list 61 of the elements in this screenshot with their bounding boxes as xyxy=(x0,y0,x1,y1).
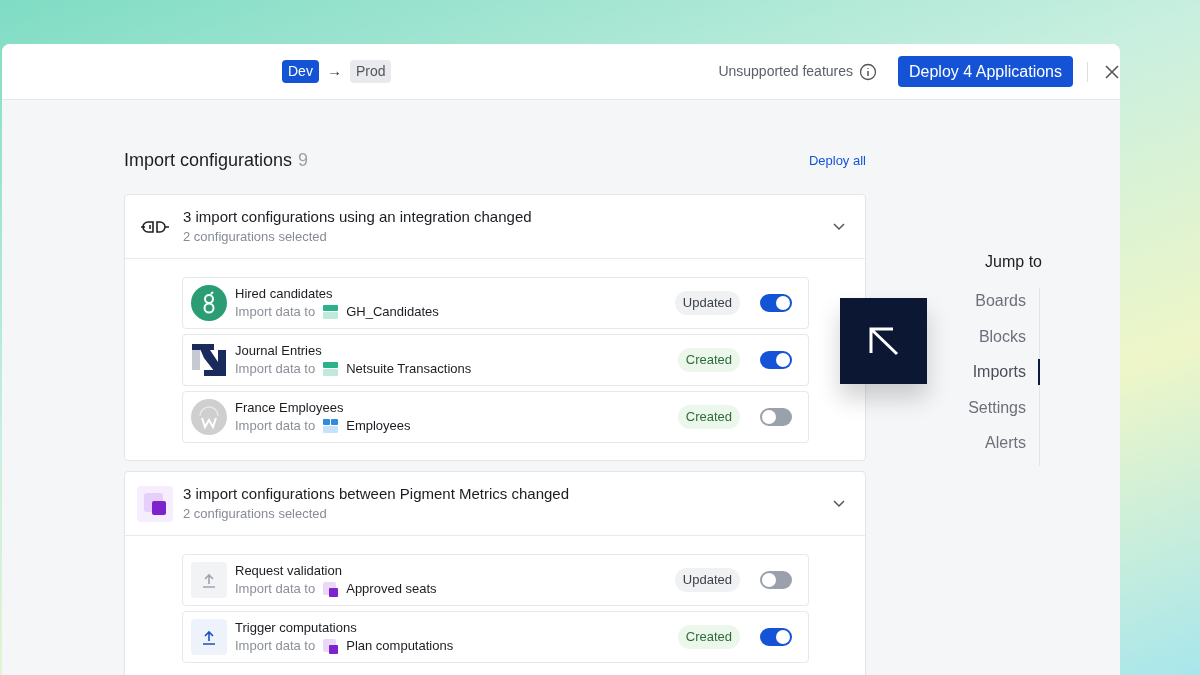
plug-icon xyxy=(140,218,170,235)
table-icon xyxy=(323,362,339,376)
status-tag: Created xyxy=(677,625,740,649)
group-subtitle: 2 configurations selected xyxy=(183,504,328,523)
toggle-switch[interactable] xyxy=(760,351,792,369)
table-icon xyxy=(323,305,339,319)
close-icon[interactable] xyxy=(1104,63,1120,80)
toggle-switch[interactable] xyxy=(760,571,792,589)
toggle-switch[interactable] xyxy=(760,294,792,312)
upload-icon xyxy=(191,562,227,598)
arrow-tile[interactable] xyxy=(840,298,927,384)
import-name: France Employees xyxy=(235,399,345,417)
w-logo-icon xyxy=(191,399,227,435)
import-target: GH_Candidates xyxy=(346,303,439,321)
jump-link[interactable]: Settings xyxy=(968,394,1040,421)
chevron-icon[interactable] xyxy=(833,499,845,508)
import-target: Plan computations xyxy=(346,637,454,655)
jump-to-title: Jump to xyxy=(985,252,1042,272)
import-target: Approved seats xyxy=(346,580,437,598)
n-logo-icon xyxy=(192,344,226,376)
metric-icon xyxy=(323,638,339,654)
deploy-button[interactable]: Deploy 4 Applications xyxy=(898,56,1073,87)
section-title: Import configurations xyxy=(124,149,293,172)
metric-icon xyxy=(137,485,173,522)
group-subtitle: 2 configurations selected xyxy=(183,227,328,246)
import-name: Request validation xyxy=(235,562,343,580)
jump-link[interactable]: Alerts xyxy=(968,430,1040,456)
status-tag: Created xyxy=(677,405,740,429)
import-prefix: Import data to xyxy=(235,580,316,598)
import-target: Netsuite Transactions xyxy=(346,360,472,378)
import-target: Employees xyxy=(346,417,411,435)
import-prefix: Import data to xyxy=(235,303,316,321)
toggle-switch[interactable] xyxy=(760,408,792,426)
grid-icon xyxy=(323,419,339,433)
chevron-icon[interactable] xyxy=(833,222,845,231)
toggle-switch[interactable] xyxy=(760,628,792,646)
import-prefix: Import data to xyxy=(235,360,316,378)
status-tag: Created xyxy=(677,348,740,372)
env-tag: Dev xyxy=(282,60,319,83)
import-prefix: Import data to xyxy=(235,417,316,435)
upload-icon xyxy=(191,619,227,655)
g-logo-icon xyxy=(191,285,227,321)
deploy-all-link[interactable]: Deploy all xyxy=(808,150,866,171)
env-tag: Prod xyxy=(349,60,392,83)
import-name: Hired candidates xyxy=(235,285,334,303)
jump-link[interactable]: Blocks xyxy=(968,323,1040,350)
status-tag: Updated xyxy=(674,291,740,315)
import-name: Journal Entries xyxy=(235,342,323,360)
jump-link[interactable]: Boards xyxy=(968,288,1040,314)
group-title: 3 import configurations using an integration changed xyxy=(183,206,533,227)
info-icon[interactable] xyxy=(859,62,877,81)
arrow-icon xyxy=(867,326,900,356)
jump-link[interactable]: Imports xyxy=(968,359,1040,385)
status-tag: Updated xyxy=(674,568,740,592)
group-title: 3 import configurations between Pigment Metrics changed xyxy=(183,483,571,504)
arrow-text: → xyxy=(326,61,342,82)
import-name: Trigger computations xyxy=(235,619,358,637)
import-prefix: Import data to xyxy=(235,637,316,655)
section-count: 9 xyxy=(298,149,309,172)
metric-icon xyxy=(323,581,339,597)
unsupported-label: Unsupported features xyxy=(718,62,853,81)
